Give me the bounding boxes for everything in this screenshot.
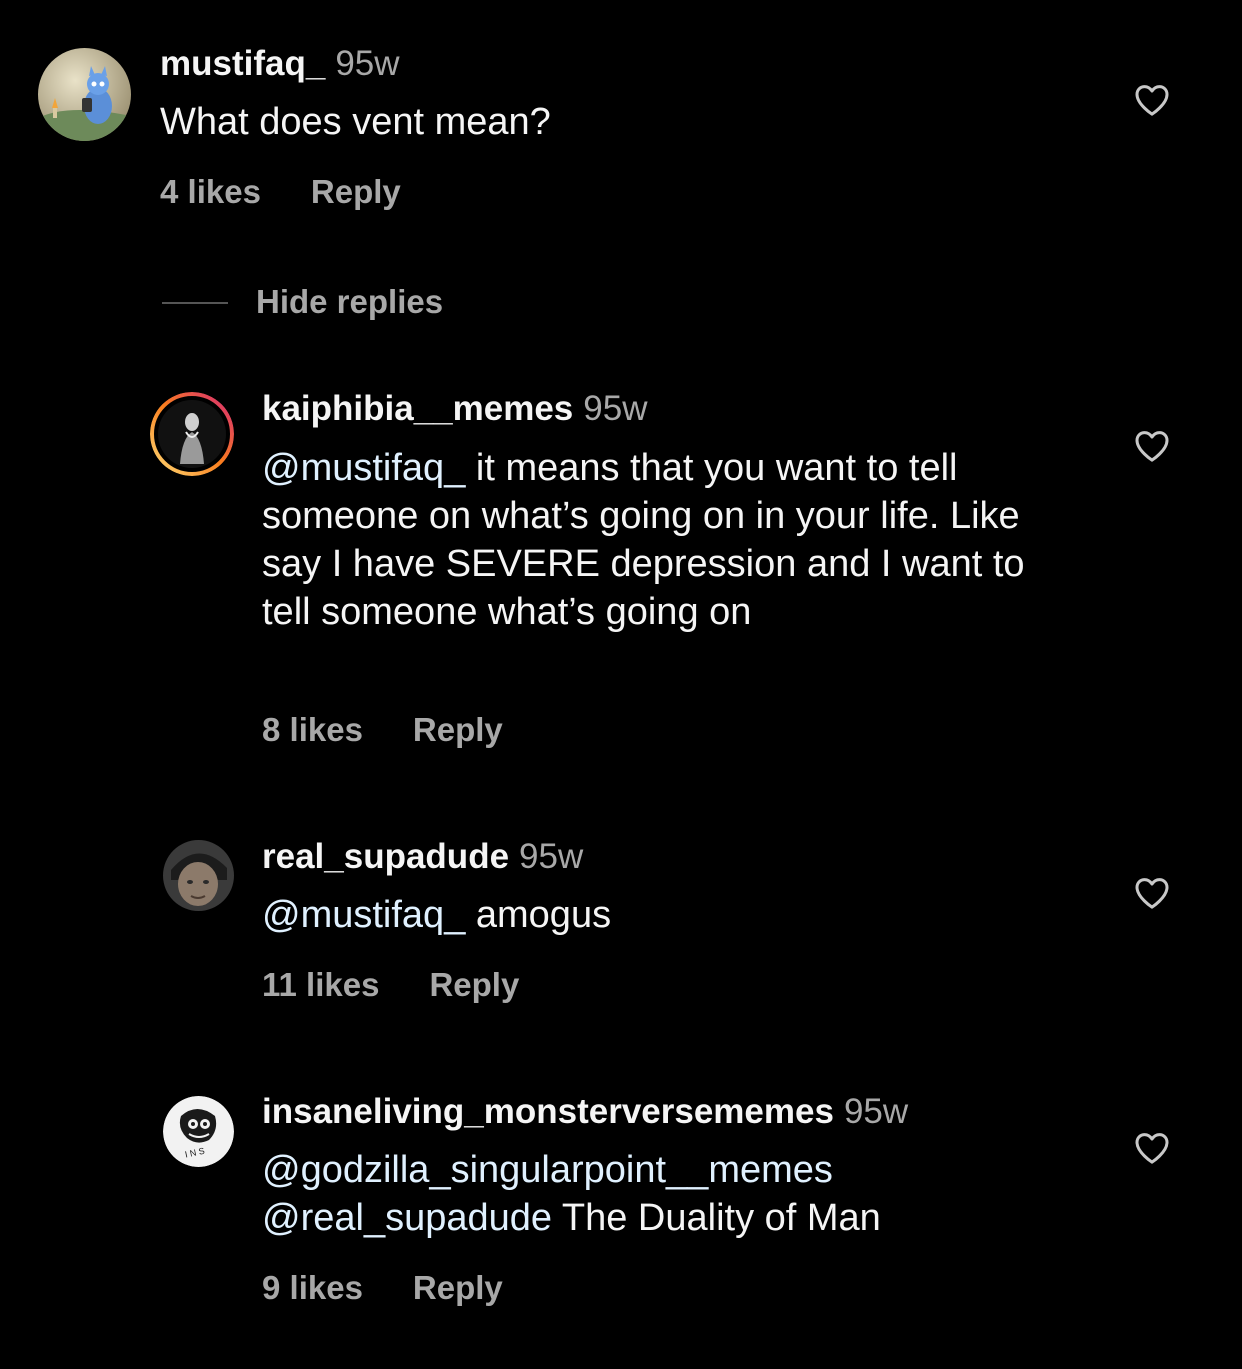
likes-count[interactable]: 8 likes — [262, 711, 363, 748]
timestamp: 95w — [583, 389, 648, 428]
avatar-mustifaq[interactable] — [38, 48, 131, 141]
reply-text: @mustifaq_ amogus — [262, 894, 612, 936]
likes-count[interactable]: 4 likes — [160, 173, 261, 210]
comment-text: What does vent mean? — [160, 101, 551, 143]
heart-outline-icon[interactable] — [1132, 426, 1172, 466]
hide-replies-divider — [162, 302, 228, 304]
reply-text: @godzilla_singularpoint__memes @real_sup… — [262, 1149, 881, 1239]
heart-outline-icon[interactable] — [1132, 873, 1172, 913]
hide-replies-button[interactable]: Hide replies — [256, 282, 443, 322]
mention-link[interactable]: @mustifaq_ — [262, 447, 465, 489]
avatar-kaiphibia[interactable] — [150, 392, 234, 476]
ins-logo-avatar-icon: I N S — [163, 1096, 234, 1167]
heart-outline-icon[interactable] — [1132, 80, 1172, 120]
username[interactable]: kaiphibia__memes — [262, 389, 573, 428]
face-photo-avatar-icon — [163, 840, 234, 911]
reply-button[interactable]: Reply — [429, 966, 519, 1003]
likes-count[interactable]: 11 likes — [262, 966, 379, 1003]
username[interactable]: insaneliving_monsterversememes — [262, 1092, 834, 1131]
mention-link[interactable]: @mustifaq_ — [262, 894, 465, 936]
reply-button[interactable]: Reply — [311, 173, 401, 210]
username[interactable]: mustifaq_ — [160, 44, 325, 83]
timestamp: 95w — [335, 44, 400, 83]
mention-link[interactable]: @real_supadude — [262, 1197, 552, 1239]
timestamp: 95w — [519, 837, 584, 876]
likes-count[interactable]: 9 likes — [262, 1269, 363, 1306]
cartoon-cat-avatar-icon — [38, 48, 131, 141]
reply-text: @mustifaq_ it means that you want to tel… — [262, 447, 1036, 633]
statue-avatar-with-story-ring-icon — [150, 392, 234, 476]
mention-link[interactable]: @godzilla_singularpoint__memes — [262, 1149, 833, 1191]
reply-button[interactable]: Reply — [413, 1269, 503, 1306]
timestamp: 95w — [843, 1092, 909, 1131]
username[interactable]: real_supadude — [262, 837, 509, 876]
avatar-real-supadude[interactable] — [163, 840, 234, 911]
reply-button[interactable]: Reply — [413, 711, 503, 748]
avatar-insaneliving[interactable]: I N S — [163, 1096, 234, 1167]
heart-outline-icon[interactable] — [1132, 1128, 1172, 1168]
